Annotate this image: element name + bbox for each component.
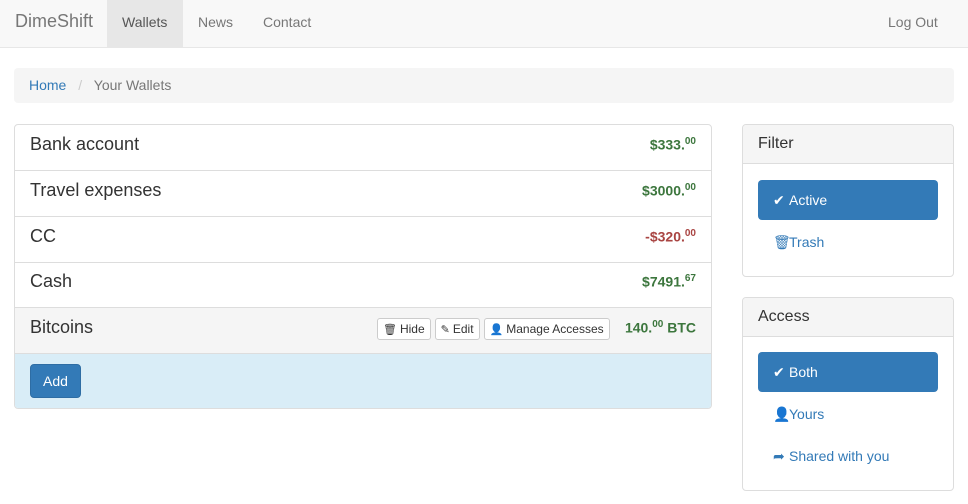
wallet-list: Bank account $333.00 Travel expenses $30… [14,124,712,409]
breadcrumb-home-link[interactable]: Home [29,77,66,93]
filter-panel: Filter ✔ Active 🗑Trash [742,124,954,277]
wallet-name: Travel expenses [30,180,162,200]
breadcrumb: Home / Your Wallets [14,68,954,103]
wallet-name: Cash [30,271,73,291]
breadcrumb-current: Your Wallets [93,77,172,93]
nav-wallets[interactable]: Wallets [107,0,183,47]
pencil-icon: ✎ [440,323,450,336]
check-icon: ✔ [773,364,785,380]
share-icon: ➦ [773,448,785,464]
access-panel: Access ✔ Both 👤Yours ➦ Shared with you [742,297,954,491]
filter-trash-pill[interactable]: 🗑Trash [758,222,938,262]
filter-active-pill[interactable]: ✔ Active [758,180,938,220]
access-both-pill[interactable]: ✔ Both [758,352,938,392]
access-panel-title: Access [743,298,953,337]
wallet-row-cc[interactable]: CC -$320.00 [15,217,711,263]
wallet-amount: -$320.00 [645,228,696,245]
trash-icon: 🗑 [773,234,791,250]
nav-contact[interactable]: Contact [248,0,326,47]
access-shared-pill[interactable]: ➦ Shared with you [758,436,938,476]
wallet-name: Bank account [30,134,140,154]
trash-icon: 🗑 [383,323,397,336]
hide-button[interactable]: 🗑 Hide [377,318,431,340]
navbar: DimeShift Wallets News Contact Log Out [0,0,968,48]
nav-news[interactable]: News [183,0,248,47]
filter-panel-title: Filter [743,125,953,164]
user-icon: 👤 [773,406,791,422]
wallet-name: Bitcoins [30,317,94,337]
wallet-row-cash[interactable]: Cash $7491.67 [15,262,711,308]
wallet-row-travel-expenses[interactable]: Travel expenses $3000.00 [15,171,711,217]
wallet-name: CC [30,226,56,246]
check-icon: ✔ [773,192,785,208]
wallet-amount: 140.00 BTC [624,319,696,336]
add-wallet-area: Add [15,354,711,408]
manage-accesses-button[interactable]: 👤 Manage Accesses [483,318,610,340]
wallet-amount: $3000.00 [642,182,696,199]
add-wallet-button[interactable]: Add [30,364,81,398]
edit-button[interactable]: ✎ Edit [434,318,480,340]
wallet-amount: $7491.67 [642,273,696,290]
logout-link[interactable]: Log Out [873,0,953,47]
wallet-amount: $333.00 [649,136,696,153]
brand-logo[interactable]: DimeShift [15,11,93,32]
wallet-row-actions: 🗑 Hide ✎ Edit 👤 Manage Accesses [377,318,610,340]
breadcrumb-separator: / [78,77,83,93]
wallet-row-bank-account[interactable]: Bank account $333.00 [15,125,711,171]
wallet-row-bitcoins[interactable]: Bitcoins 🗑 Hide ✎ Edit 👤 Manage Accesses 14… [15,308,711,354]
user-icon: 👤 [489,323,504,336]
access-yours-pill[interactable]: 👤Yours [758,394,938,434]
